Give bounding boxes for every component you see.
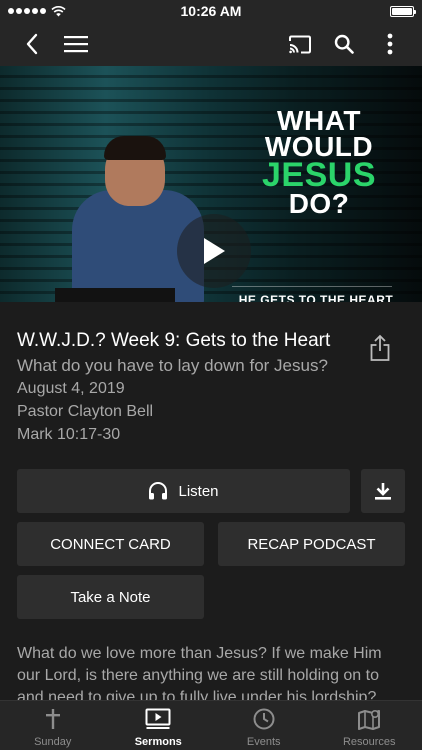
download-button[interactable] [361, 469, 405, 513]
status-right [304, 5, 416, 17]
tab-bar: Sunday Sermons Events Resources [0, 700, 422, 750]
listen-label: Listen [178, 482, 219, 500]
status-left [8, 5, 118, 17]
map-icon [358, 709, 381, 730]
connect-card-button[interactable]: CONNECT CARD [17, 522, 204, 566]
cast-button[interactable] [280, 22, 320, 66]
download-icon [375, 483, 391, 500]
tab-label: Resources [342, 736, 396, 748]
speaker-hair [104, 136, 166, 160]
chevron-left-icon [26, 33, 38, 55]
more-button[interactable] [370, 22, 410, 66]
sermon-subtitle: What do you have to lay down for Jesus? [17, 356, 328, 375]
search-button[interactable] [324, 22, 364, 66]
hero-divider [232, 286, 392, 287]
sermon-speaker: Pastor Clayton Bell [17, 403, 154, 420]
share-icon [370, 334, 390, 361]
clock-icon [253, 708, 275, 730]
signal-dots-icon [8, 8, 46, 14]
back-button[interactable] [12, 22, 52, 66]
cast-icon [289, 35, 311, 53]
hero-title-line: WHAT [277, 105, 361, 136]
play-icon [204, 238, 225, 264]
tab-resources[interactable]: Resources [317, 701, 422, 750]
tab-label: Sunday [34, 736, 72, 748]
nav-bar [0, 22, 422, 66]
tab-events[interactable]: Events [211, 701, 317, 750]
more-vertical-icon [387, 33, 393, 55]
share-button[interactable] [366, 333, 394, 363]
video-play-icon [145, 708, 171, 729]
hero-title-line: DO? [288, 187, 350, 219]
cross-icon [45, 709, 60, 729]
play-button[interactable] [177, 214, 251, 288]
sermon-video[interactable]: WHAT WOULD JESUS DO? HE GETS TO THE HEAR… [0, 66, 422, 302]
listen-button[interactable]: Listen [17, 469, 350, 513]
tab-label: Events [246, 736, 281, 748]
podium [55, 288, 175, 302]
search-icon [334, 34, 354, 54]
status-bar: 10:26 AM [0, 0, 422, 22]
tab-sermons[interactable]: Sermons [106, 701, 212, 750]
tab-sunday[interactable]: Sunday [0, 701, 106, 750]
hamburger-menu-icon [64, 36, 88, 53]
wifi-icon [51, 5, 66, 16]
recap-podcast-button[interactable]: RECAP PODCAST [218, 522, 405, 566]
sermon-scripture: Mark 10:17-30 [17, 426, 121, 443]
tab-label: Sermons [134, 736, 182, 748]
headphones-icon [149, 482, 168, 500]
hero-title-line: JESUS [262, 155, 376, 194]
battery-icon [389, 5, 416, 17]
hero-title: WHAT WOULD JESUS DO? [244, 105, 394, 219]
status-time: 10:26 AM [180, 3, 242, 19]
menu-button[interactable] [56, 22, 96, 66]
take-note-button[interactable]: Take a Note [17, 575, 204, 619]
hero-subtitle: HE GETS TO THE HEART [238, 293, 394, 302]
sermon-title: W.W.J.D.? Week 9: Gets to the Heart [17, 330, 331, 351]
sermon-date: August 4, 2019 [17, 380, 125, 397]
